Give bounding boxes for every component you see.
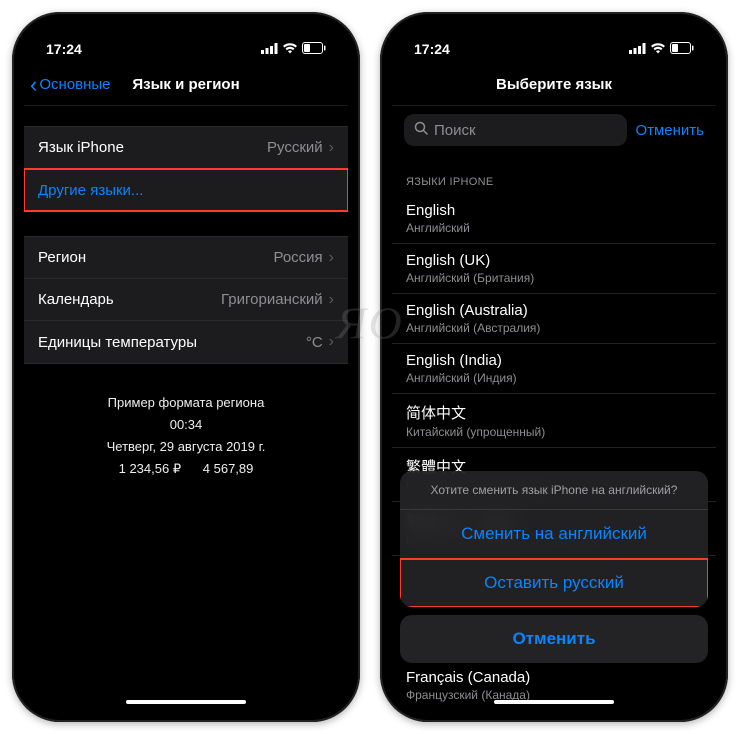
value: °C › <box>306 333 334 351</box>
battery-icon <box>302 41 326 57</box>
search-bar: Поиск Отменить <box>392 106 716 158</box>
list-item[interactable]: English (India)Английский (Индия) <box>392 344 716 394</box>
chevron-right-icon: › <box>329 333 334 351</box>
content-left: Язык iPhone Русский › Другие языки... Ре… <box>24 126 348 480</box>
label: Язык iPhone <box>38 139 124 156</box>
status-right <box>261 41 326 57</box>
region-format-example: Пример формата региона 00:34 Четверг, 29… <box>24 392 348 480</box>
section-header: ЯЗЫКИ IPHONE <box>392 158 716 194</box>
back-label: Основные <box>39 76 110 93</box>
list-item[interactable]: English (UK)Английский (Британия) <box>392 244 716 294</box>
value: Григорианский › <box>221 291 334 309</box>
back-button[interactable]: ‹ Основные <box>30 74 111 96</box>
example-numbers: 1 234,56 ₽ 4 567,89 <box>24 458 348 480</box>
list-item-below[interactable]: Français (Canada) Французский (Канада) <box>392 663 716 702</box>
screen-right: 17:24 Выберите язык Поиск <box>392 24 716 710</box>
list-item[interactable]: EnglishАнглийский <box>392 194 716 244</box>
screen-left: 17:24 ‹ Основные Язык и регион <box>24 24 348 710</box>
value: Русский › <box>267 139 334 157</box>
chevron-left-icon: ‹ <box>30 74 37 96</box>
phone-left: 17:24 ‹ Основные Язык и регион <box>12 12 360 722</box>
notch <box>106 24 266 50</box>
label: Другие языки... <box>38 182 143 199</box>
search-icon <box>414 121 428 139</box>
search-placeholder: Поиск <box>434 122 476 139</box>
page-title: Язык и регион <box>132 76 239 93</box>
cancel-search-button[interactable]: Отменить <box>635 122 704 139</box>
battery-icon <box>670 41 694 57</box>
example-heading: Пример формата региона <box>24 392 348 414</box>
row-calendar[interactable]: Календарь Григорианский › <box>24 279 348 321</box>
status-time: 17:24 <box>414 41 450 57</box>
change-language-button[interactable]: Сменить на английский <box>400 510 708 559</box>
chevron-right-icon: › <box>329 139 334 157</box>
group-language: Язык iPhone Русский › Другие языки... <box>24 126 348 212</box>
value: Россия › <box>273 249 334 267</box>
page-title: Выберите язык <box>400 76 708 93</box>
row-iphone-language[interactable]: Язык iPhone Русский › <box>24 127 348 169</box>
chevron-right-icon: › <box>329 249 334 267</box>
action-sheet-container: Хотите сменить язык iPhone на английский… <box>392 471 716 710</box>
nav-bar: Выберите язык <box>392 64 716 106</box>
wifi-icon <box>282 41 298 57</box>
label: Единицы температуры <box>38 334 197 351</box>
nav-bar: ‹ Основные Язык и регион <box>24 64 348 106</box>
home-indicator[interactable] <box>494 700 614 704</box>
example-time: 00:34 <box>24 414 348 436</box>
status-time: 17:24 <box>46 41 82 57</box>
status-right <box>629 41 694 57</box>
list-item[interactable]: 简体中文Китайский (упрощенный) <box>392 394 716 448</box>
signal-icon <box>261 41 278 57</box>
example-date: Четверг, 29 августа 2019 г. <box>24 436 348 458</box>
row-region[interactable]: Регион Россия › <box>24 237 348 279</box>
phone-right: 17:24 Выберите язык Поиск <box>380 12 728 722</box>
chevron-right-icon: › <box>329 291 334 309</box>
group-region: Регион Россия › Календарь Григорианский … <box>24 236 348 364</box>
cancel-sheet-button[interactable]: Отменить <box>400 615 708 663</box>
row-other-languages[interactable]: Другие языки... <box>24 169 348 211</box>
list-item[interactable]: English (Australia)Английский (Австралия… <box>392 294 716 344</box>
sheet-title: Хотите сменить язык iPhone на английский… <box>400 471 708 510</box>
action-sheet: Хотите сменить язык iPhone на английский… <box>400 471 708 607</box>
signal-icon <box>629 41 646 57</box>
keep-language-button[interactable]: Оставить русский <box>400 559 708 607</box>
home-indicator[interactable] <box>126 700 246 704</box>
label: Регион <box>38 249 86 266</box>
row-temperature[interactable]: Единицы температуры °C › <box>24 321 348 363</box>
label: Календарь <box>38 291 114 308</box>
wifi-icon <box>650 41 666 57</box>
search-input[interactable]: Поиск <box>404 114 627 146</box>
notch <box>474 24 634 50</box>
